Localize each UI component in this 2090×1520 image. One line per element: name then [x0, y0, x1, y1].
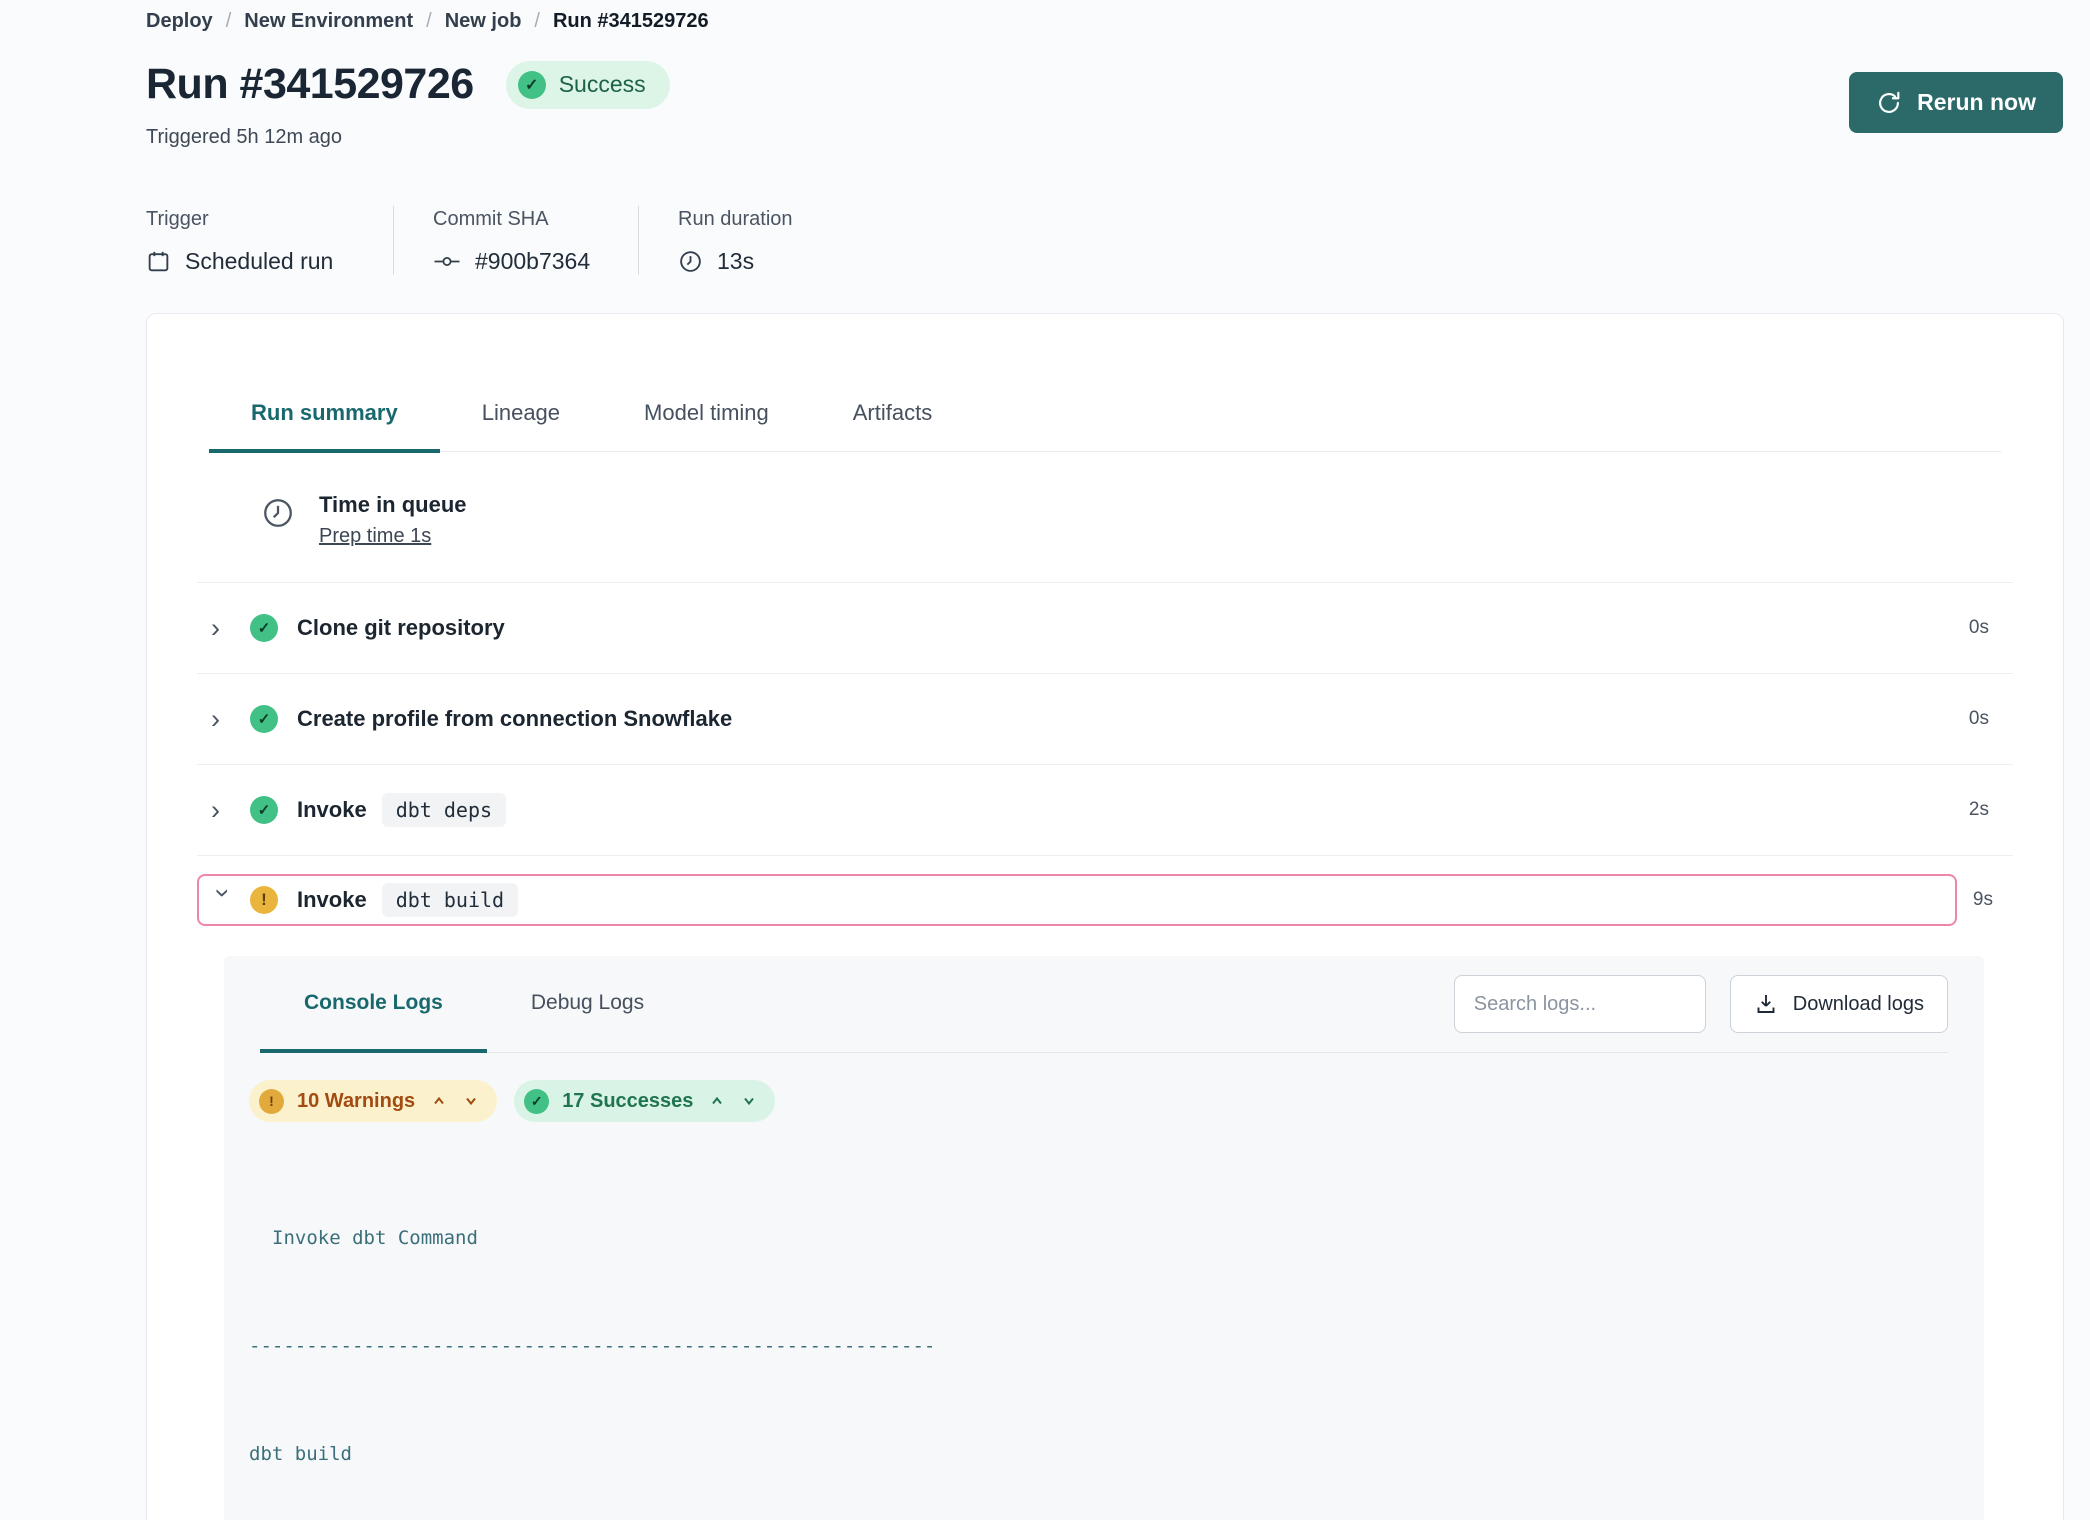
warning-icon: !	[250, 886, 278, 914]
download-logs-label: Download logs	[1793, 993, 1924, 1016]
step-title: Invoke dbt deps	[297, 793, 1969, 827]
step-duration: 9s	[1957, 889, 2013, 911]
warnings-badge-label: 10 Warnings	[297, 1090, 415, 1113]
step-title-text: Invoke	[297, 797, 367, 823]
chevron-right-icon[interactable]: ›	[211, 615, 235, 642]
warnings-badge[interactable]: ! 10 Warnings	[249, 1080, 497, 1122]
step-title-text: Invoke	[297, 887, 367, 913]
step-duration: 0s	[1969, 708, 2013, 730]
tab-console-logs[interactable]: Console Logs	[260, 957, 487, 1053]
status-badge-label: Success	[559, 71, 646, 98]
time-in-queue-title: Time in queue	[319, 492, 467, 518]
warning-icon: !	[259, 1089, 284, 1114]
download-logs-button[interactable]: Download logs	[1730, 975, 1948, 1033]
success-icon: ✓	[518, 71, 546, 99]
step-row-create-profile[interactable]: › ✓ Create profile from connection Snowf…	[197, 674, 2013, 765]
breadcrumb: Deploy / New Environment / New job / Run…	[146, 10, 2064, 33]
search-logs-input[interactable]	[1454, 975, 1706, 1033]
chevron-down-icon[interactable]	[463, 1093, 479, 1109]
meta-duration: Run duration 13s	[638, 206, 793, 275]
run-page: Deploy / New Environment / New job / Run…	[0, 0, 2090, 1520]
step-duration: 2s	[1969, 799, 2013, 821]
step-row-dbt-build[interactable]: › ! Invoke dbt build 9s	[197, 856, 2013, 926]
breadcrumb-separator: /	[426, 10, 432, 33]
triggered-timestamp: Triggered 5h 12m ago	[146, 126, 2064, 149]
chevron-down-icon[interactable]	[741, 1093, 757, 1109]
chevron-right-icon[interactable]: ›	[211, 706, 235, 733]
chevron-right-icon[interactable]: ›	[211, 797, 235, 824]
success-icon: ✓	[250, 796, 278, 824]
log-panel: Console Logs Debug Logs Download logs ! …	[224, 956, 1984, 1520]
successes-badge-label: 17 Successes	[562, 1090, 693, 1113]
tab-artifacts[interactable]: Artifacts	[811, 400, 974, 453]
breadcrumb-job[interactable]: New job	[445, 10, 522, 33]
refresh-icon	[1876, 90, 1902, 116]
successes-badge[interactable]: ✓ 17 Successes	[514, 1080, 775, 1122]
time-in-queue-section: Time in queue Prep time 1s	[197, 452, 2013, 583]
tab-lineage[interactable]: Lineage	[440, 400, 602, 453]
commit-label: Commit SHA	[433, 208, 638, 231]
commit-value: #900b7364	[475, 248, 590, 275]
selected-step-outline[interactable]: › ! Invoke dbt build	[197, 874, 1957, 926]
command-pill: dbt deps	[382, 793, 506, 827]
tab-model-timing[interactable]: Model timing	[602, 400, 811, 453]
chevron-up-icon[interactable]	[431, 1093, 447, 1109]
tab-bar: Run summary Lineage Model timing Artifac…	[209, 314, 2001, 452]
breadcrumb-environment[interactable]: New Environment	[244, 10, 413, 33]
success-icon: ✓	[524, 1089, 549, 1114]
trigger-value: Scheduled run	[185, 248, 333, 275]
meta-trigger: Trigger Scheduled run	[146, 206, 393, 275]
rerun-now-button[interactable]: Rerun now	[1849, 72, 2063, 133]
status-badge: ✓ Success	[506, 61, 670, 109]
step-duration: 0s	[1969, 617, 2013, 639]
breadcrumb-separator: /	[534, 10, 540, 33]
step-title: Clone git repository	[297, 615, 1969, 641]
page-title: Run #341529726	[146, 60, 474, 109]
breadcrumb-separator: /	[226, 10, 232, 33]
trigger-label: Trigger	[146, 208, 393, 231]
clock-icon	[678, 249, 703, 274]
tab-debug-logs[interactable]: Debug Logs	[487, 957, 688, 1053]
log-toolbar: Console Logs Debug Logs Download logs	[260, 956, 1948, 1053]
success-icon: ✓	[250, 614, 278, 642]
duration-value: 13s	[717, 248, 754, 275]
meta-commit: Commit SHA #900b7364	[393, 206, 638, 275]
step-row-clone-git[interactable]: › ✓ Clone git repository 0s	[197, 583, 2013, 674]
chevron-down-icon[interactable]: ›	[210, 888, 237, 912]
duration-label: Run duration	[678, 208, 793, 231]
success-icon: ✓	[250, 705, 278, 733]
log-command: dbt build	[249, 1436, 1954, 1472]
run-meta: Trigger Scheduled run Commit SHA #900b73…	[146, 206, 2064, 275]
log-filter-badges: ! 10 Warnings ✓ 17 Successes	[249, 1080, 1984, 1122]
step-title: Invoke dbt build	[297, 883, 1955, 917]
rerun-now-label: Rerun now	[1917, 89, 2036, 116]
run-detail-card: Run summary Lineage Model timing Artifac…	[146, 313, 2064, 1520]
breadcrumb-deploy[interactable]: Deploy	[146, 10, 213, 33]
log-separator: ----------------------------------------…	[249, 1328, 1954, 1364]
tab-run-summary[interactable]: Run summary	[209, 400, 440, 453]
chevron-up-icon[interactable]	[709, 1093, 725, 1109]
step-title: Create profile from connection Snowflake	[297, 706, 1969, 732]
download-icon	[1754, 992, 1778, 1016]
calendar-icon	[146, 249, 171, 274]
command-pill: dbt build	[382, 883, 518, 917]
prep-time-link[interactable]: Prep time 1s	[319, 525, 431, 548]
step-row-dbt-deps[interactable]: › ✓ Invoke dbt deps 2s	[197, 765, 2013, 856]
console-log-output: Invoke dbt Command ---------------------…	[249, 1148, 1954, 1520]
git-commit-icon	[433, 249, 461, 274]
clock-icon	[261, 496, 295, 548]
breadcrumb-current-run: Run #341529726	[553, 10, 709, 33]
log-command-header: Invoke dbt Command	[249, 1220, 1954, 1256]
